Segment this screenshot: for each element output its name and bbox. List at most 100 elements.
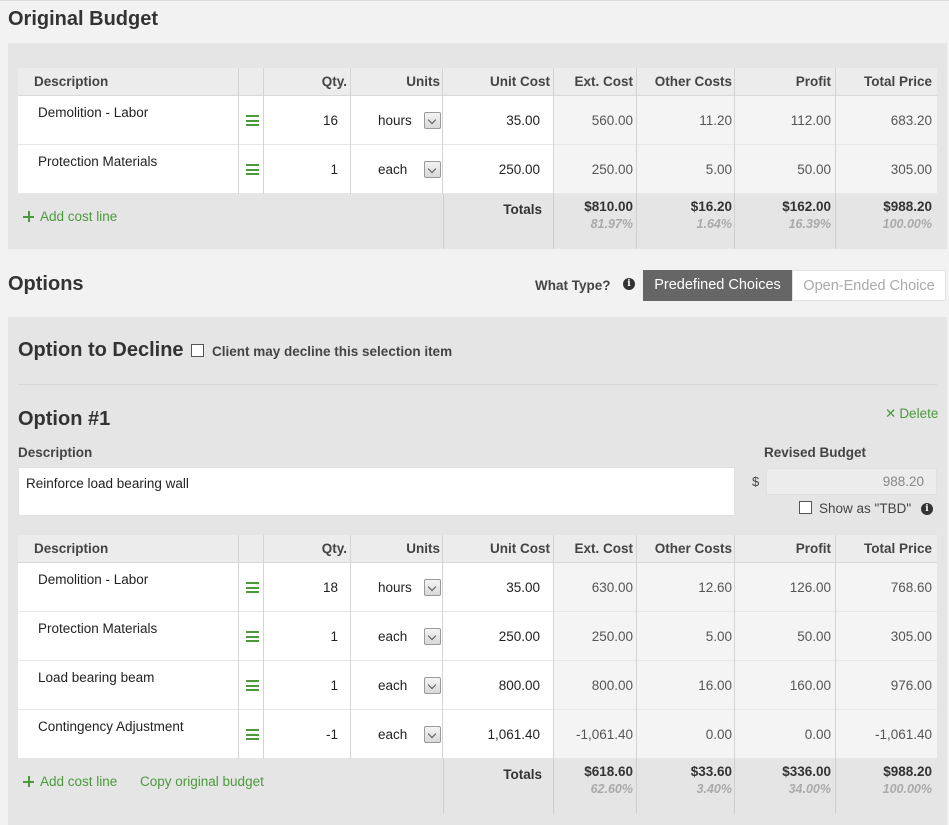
units-dropdown[interactable] bbox=[424, 112, 441, 129]
other-costs-value: 11.20 bbox=[699, 113, 732, 128]
column-header-description[interactable]: Description bbox=[34, 68, 108, 96]
open-ended-choice-button[interactable]: Open-Ended Choice bbox=[792, 270, 946, 301]
profit-value: 160.00 bbox=[789, 678, 831, 693]
column-header-units[interactable]: Units bbox=[406, 68, 440, 96]
qty-input[interactable]: 1 bbox=[330, 661, 338, 710]
original-budget-title: Original Budget bbox=[8, 8, 158, 30]
ext-cost-value: 560.00 bbox=[591, 113, 633, 128]
unit-cost-input[interactable]: 1,061.40 bbox=[487, 710, 540, 759]
column-divider bbox=[734, 194, 735, 249]
copy-original-budget-link-label: Copy original budget bbox=[140, 774, 264, 789]
cost-line-description[interactable]: Contingency Adjustment bbox=[38, 719, 184, 735]
ext-cost-value: -1,061.40 bbox=[575, 727, 633, 742]
column-header-profit[interactable]: Profit bbox=[796, 68, 831, 96]
total-other: $33.60 bbox=[690, 764, 732, 779]
qty-input[interactable]: 1 bbox=[330, 145, 338, 194]
qty-input[interactable]: -1 bbox=[326, 710, 338, 759]
total-price-value: 976.00 bbox=[890, 678, 932, 693]
column-header-total-price[interactable]: Total Price bbox=[864, 68, 932, 96]
original-budget-table: Description Qty. Units Unit Cost Ext. Cost Ot… bbox=[18, 68, 937, 249]
column-header-unit-cost[interactable]: Unit Cost bbox=[490, 535, 550, 563]
units-dropdown[interactable] bbox=[424, 726, 441, 743]
column-header-qty[interactable]: Qty. bbox=[322, 535, 347, 563]
column-divider bbox=[835, 194, 836, 249]
table-body: Demolition - Labor 16 hours 35.00 560.00 11.2… bbox=[18, 96, 937, 194]
delete-option-link[interactable]: ✕ Delete bbox=[885, 406, 938, 422]
unit-cost-input[interactable]: 800.00 bbox=[499, 661, 540, 710]
revised-budget-label: Revised Budget bbox=[764, 445, 867, 460]
table-header: Description Qty. Units Unit Cost Ext. Cost Ot… bbox=[18, 68, 937, 96]
total-price-value: 305.00 bbox=[890, 162, 932, 177]
other-costs-value: 5.00 bbox=[705, 629, 732, 644]
table-row: Contingency Adjustment -1 each 1,061.40 -1,0… bbox=[18, 710, 937, 759]
hamburger-menu-icon[interactable] bbox=[246, 164, 259, 175]
cost-line-description[interactable]: Demolition - Labor bbox=[38, 572, 148, 588]
decline-checkbox[interactable] bbox=[191, 344, 204, 357]
units-dropdown[interactable] bbox=[424, 161, 441, 178]
hamburger-menu-icon[interactable] bbox=[246, 582, 259, 593]
totals-row: Totals $810.00 81.97% $16.20 1.64% $162.00 16.… bbox=[18, 194, 937, 249]
column-divider bbox=[734, 535, 735, 759]
column-header-qty[interactable]: Qty. bbox=[322, 68, 347, 96]
units-dropdown[interactable] bbox=[424, 579, 441, 596]
total-ext-percent: 81.97% bbox=[590, 217, 633, 231]
close-icon: ✕ bbox=[885, 406, 897, 421]
column-divider bbox=[636, 535, 637, 759]
column-divider bbox=[636, 68, 637, 194]
unit-cost-input[interactable]: 35.00 bbox=[506, 96, 540, 145]
currency-symbol: $ bbox=[752, 474, 760, 489]
column-header-ext-cost[interactable]: Ext. Cost bbox=[574, 535, 633, 563]
show-tbd-checkbox[interactable] bbox=[799, 501, 812, 514]
column-divider bbox=[263, 535, 264, 759]
column-header-description[interactable]: Description bbox=[34, 535, 108, 563]
other-costs-value: 0.00 bbox=[705, 727, 732, 742]
hamburger-menu-icon[interactable] bbox=[246, 115, 259, 126]
column-header-total-price[interactable]: Total Price bbox=[864, 535, 932, 563]
copy-original-budget-link[interactable]: Copy original budget bbox=[140, 774, 264, 789]
column-divider bbox=[442, 535, 443, 759]
units-dropdown[interactable] bbox=[424, 628, 441, 645]
hamburger-menu-icon[interactable] bbox=[246, 729, 259, 740]
cost-line-description[interactable]: Demolition - Labor bbox=[38, 105, 148, 121]
total-other-percent: 3.40% bbox=[696, 782, 732, 796]
table-row: Load bearing beam 1 each 800.00 800.00 16.00 1… bbox=[18, 661, 937, 710]
hamburger-menu-icon[interactable] bbox=[246, 680, 259, 691]
unit-cost-input[interactable]: 35.00 bbox=[506, 563, 540, 612]
unit-cost-input[interactable]: 250.00 bbox=[499, 145, 540, 194]
options-title: Options bbox=[8, 273, 84, 295]
totals-label: Totals bbox=[503, 767, 542, 782]
column-header-other-costs[interactable]: Other Costs bbox=[655, 535, 732, 563]
column-divider bbox=[553, 535, 554, 759]
cost-line-description[interactable]: Protection Materials bbox=[38, 154, 157, 170]
total-price-value: -1,061.40 bbox=[874, 727, 932, 742]
qty-input[interactable]: 16 bbox=[323, 96, 338, 145]
add-cost-line-link[interactable]: Add cost line bbox=[23, 209, 117, 224]
column-header-units[interactable]: Units bbox=[406, 535, 440, 563]
info-icon[interactable]: i bbox=[623, 278, 635, 290]
qty-input[interactable]: 18 bbox=[323, 563, 338, 612]
add-cost-line-link-label: Add cost line bbox=[40, 209, 118, 224]
delete-label: Delete bbox=[899, 406, 939, 421]
predefined-choices-button[interactable]: Predefined Choices bbox=[643, 270, 792, 301]
qty-input[interactable]: 1 bbox=[330, 612, 338, 661]
unit-cost-input[interactable]: 250.00 bbox=[499, 612, 540, 661]
option-description-input[interactable]: Reinforce load bearing wall bbox=[18, 467, 735, 516]
table-header: Description Qty. Units Unit Cost Ext. Cost Ot… bbox=[18, 535, 937, 563]
column-header-other-costs[interactable]: Other Costs bbox=[655, 68, 732, 96]
profit-value: 112.00 bbox=[790, 113, 831, 128]
cost-line-description[interactable]: Load bearing beam bbox=[38, 670, 154, 686]
add-cost-line-link[interactable]: Add cost line bbox=[23, 774, 117, 789]
divider bbox=[18, 384, 937, 385]
column-header-profit[interactable]: Profit bbox=[796, 535, 831, 563]
tbd-info-icon[interactable]: i bbox=[921, 503, 933, 515]
column-header-ext-cost[interactable]: Ext. Cost bbox=[574, 68, 633, 96]
total-other-percent: 1.64% bbox=[696, 217, 732, 231]
units-dropdown[interactable] bbox=[424, 677, 441, 694]
other-costs-value: 16.00 bbox=[698, 678, 732, 693]
revised-budget-input[interactable]: 988.20 bbox=[766, 468, 937, 495]
column-header-unit-cost[interactable]: Unit Cost bbox=[490, 68, 550, 96]
hamburger-menu-icon[interactable] bbox=[246, 631, 259, 642]
total-total: $988.20 bbox=[883, 199, 932, 214]
total-profit-percent: 34.00% bbox=[788, 782, 831, 796]
cost-line-description[interactable]: Protection Materials bbox=[38, 621, 157, 637]
